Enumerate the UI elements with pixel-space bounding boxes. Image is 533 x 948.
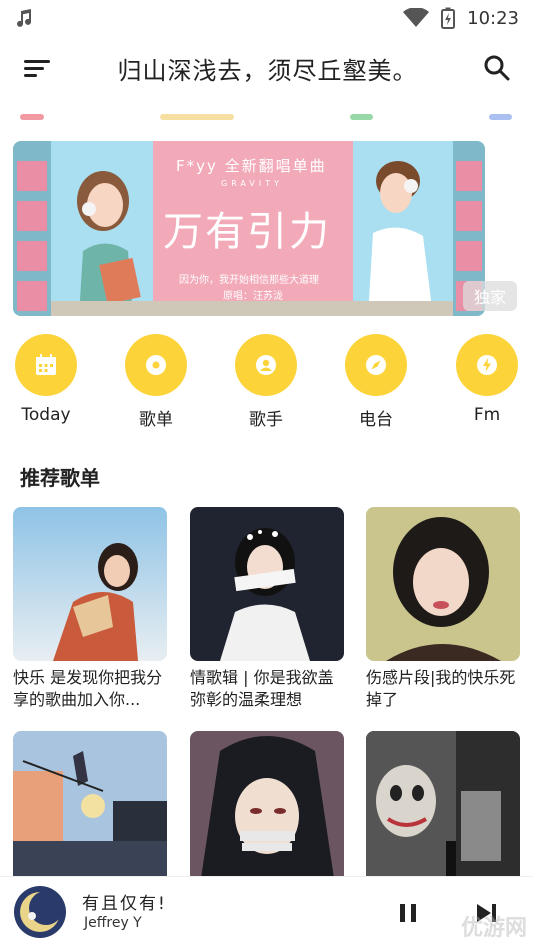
app-bar: 归山深浅去，须尽丘壑美。 — [0, 36, 533, 100]
banner-sub-line: GRAVITY — [221, 179, 283, 188]
menu-icon[interactable] — [22, 57, 52, 79]
category-singer[interactable]: 歌手 — [226, 334, 306, 430]
category-label: 歌单 — [139, 410, 173, 430]
player-cover — [14, 886, 66, 938]
banner-big-title: 万有引力 — [163, 209, 331, 255]
playlist-cover — [13, 507, 167, 661]
category-playlist[interactable]: 歌单 — [116, 334, 196, 430]
category-label: Today — [21, 405, 71, 425]
category-radio[interactable]: 电台 — [336, 334, 416, 430]
playlist-card[interactable]: 伤感片段|我的快乐死掉了 — [366, 507, 520, 711]
wifi-icon — [403, 8, 430, 27]
section-title: 推荐歌单 — [20, 466, 100, 490]
player-artist: Jeffrey Y — [84, 915, 142, 931]
banner-artist-line: F*yy 全新翻唱单曲 — [176, 157, 327, 175]
category-label: 电台 — [359, 410, 393, 430]
calendar-icon — [36, 354, 56, 375]
player-song-title: 有且仅有! — [82, 894, 167, 914]
music-note-icon — [17, 9, 32, 27]
category-row: Today 歌单 歌手 电台 Fm — [0, 334, 533, 434]
banner-lyric-line: 因为你，我开始相信那些大道理 — [179, 275, 319, 286]
tab-indicator-1[interactable] — [20, 114, 44, 120]
category-today[interactable]: Today — [6, 334, 86, 425]
tab-indicator-3[interactable] — [350, 114, 373, 120]
playlist-cover — [190, 507, 344, 661]
playlist-cover — [13, 731, 167, 885]
lightning-icon — [477, 355, 497, 375]
tab-indicators — [0, 114, 533, 122]
playlist-cover — [190, 731, 344, 885]
tab-indicator-4[interactable] — [489, 114, 512, 120]
banner[interactable]: F*yy 全新翻唱单曲 GRAVITY 万有引力 因为你，我开始相信那些大道理 … — [13, 141, 485, 316]
pause-icon[interactable] — [396, 901, 420, 925]
playlist-title: 伤感片段|我的快乐死掉了 — [366, 668, 516, 709]
playlist-title: 快乐 是发现你把我分享的歌曲加入你... — [13, 668, 163, 709]
disc-icon — [146, 355, 166, 375]
status-time: 10:23 — [467, 7, 519, 29]
banner-credit-line: 原唱：汪苏泷 — [223, 291, 283, 302]
user-icon — [256, 355, 276, 375]
compass-icon — [366, 355, 386, 375]
battery-icon — [441, 7, 456, 29]
category-fm[interactable]: Fm — [447, 334, 527, 425]
playlist-cover — [366, 507, 520, 661]
app-title: 归山深浅去，须尽丘壑美。 — [117, 56, 418, 85]
category-label: Fm — [473, 405, 501, 425]
status-bar: 10:23 — [0, 0, 533, 36]
playlist-card[interactable]: 情歌辑 | 你是我欲盖弥彰的温柔理想 — [190, 507, 344, 711]
playlist-cover — [366, 731, 520, 885]
exclusive-badge: 独家 — [463, 281, 517, 311]
mini-player[interactable]: 有且仅有! Jeffrey Y 优游网 — [0, 876, 533, 948]
watermark: 优游网 — [460, 916, 527, 941]
playlist-title: 情歌辑 | 你是我欲盖弥彰的温柔理想 — [190, 668, 334, 709]
tab-indicator-2[interactable] — [160, 114, 234, 120]
search-icon[interactable] — [483, 54, 511, 82]
category-label: 歌手 — [249, 410, 283, 430]
playlist-card[interactable]: 快乐 是发现你把我分享的歌曲加入你... — [13, 507, 167, 711]
